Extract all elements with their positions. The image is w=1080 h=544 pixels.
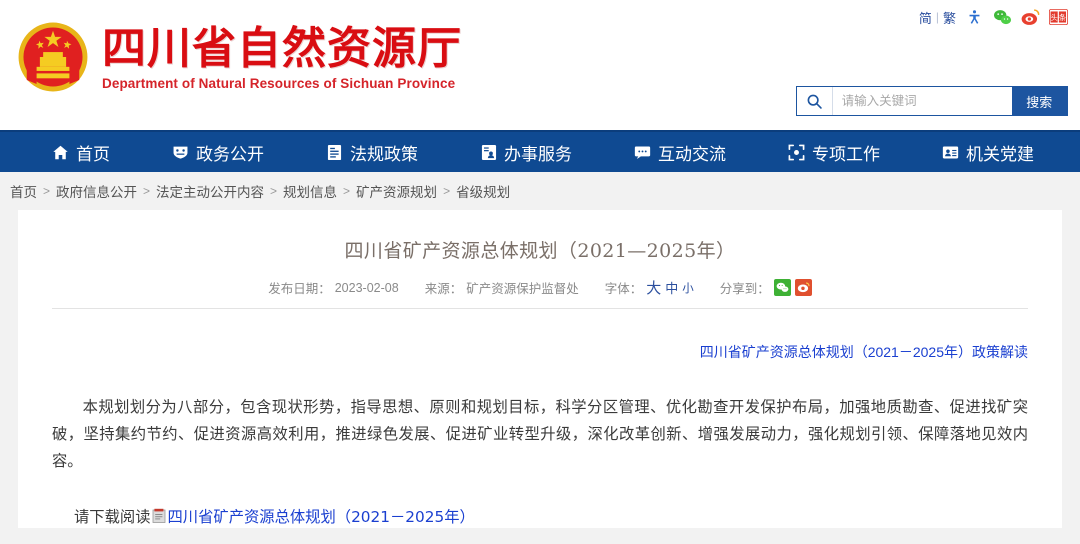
nav-label: 专项工作 (812, 144, 880, 164)
download-line: 请下载阅读 四川省矿产资源总体规划（2021－2025年） (52, 505, 1028, 527)
publish-date: 发布日期： 2023-02-08 (268, 278, 398, 297)
weibo-icon[interactable] (1021, 8, 1040, 27)
page-title: 四川省矿产资源总体规划（2021—2025年） (344, 240, 736, 262)
breadcrumb-separator: > (270, 184, 278, 198)
nav-item-party-building[interactable]: 机关党建 (942, 140, 1034, 165)
lang-traditional[interactable]: 繁 (943, 8, 956, 27)
search-input[interactable] (832, 87, 1012, 115)
publish-date-value: 2023-02-08 (334, 280, 399, 295)
nav-label: 法规政策 (350, 144, 418, 164)
breadcrumb-item-3[interactable]: 规划信息 (283, 181, 337, 201)
share-controls: 分享到： (720, 278, 812, 297)
article-meta: 发布日期： 2023-02-08 来源： 矿产资源保护监督处 字体： 大 中 小… (52, 277, 1028, 309)
breadcrumb-item-4[interactable]: 矿产资源规划 (356, 181, 437, 201)
accessibility-icon[interactable] (965, 8, 984, 27)
target-icon (788, 144, 805, 161)
font-size-large[interactable]: 大 (646, 277, 661, 298)
pdf-file-icon (152, 508, 167, 524)
source-label: 来源： (424, 282, 463, 296)
svg-text:头: 头 (1051, 13, 1058, 22)
nav-label: 政务公开 (196, 144, 264, 164)
site-logo[interactable]: 四川省自然资源厅 Department of Natural Resources… (12, 16, 462, 98)
wechat-share-icon[interactable] (773, 279, 791, 296)
site-header: 简 | 繁 头 条 四川省自然资源厅 Department of Natural… (0, 0, 1080, 130)
site-title-cn: 四川省自然资源厅 (102, 23, 462, 75)
id-card-icon (942, 144, 959, 161)
breadcrumb-item-5[interactable]: 省级规划 (456, 181, 510, 201)
font-size-label: 字体： (604, 282, 643, 296)
nav-item-government-affairs[interactable]: 政务公开 (172, 140, 264, 165)
lang-simplified[interactable]: 简 (919, 8, 932, 27)
publish-date-label: 发布日期： (268, 282, 331, 296)
share-label: 分享到： (719, 282, 770, 296)
nav-label: 首页 (76, 144, 110, 164)
nav-item-home[interactable]: 首页 (52, 140, 110, 165)
font-size-controls[interactable]: 字体： 大 中 小 (605, 277, 694, 298)
svg-text:条: 条 (1059, 13, 1066, 22)
download-link[interactable]: 四川省矿产资源总体规划（2021－2025年） (168, 505, 475, 527)
article-card: 四川省矿产资源总体规划（2021—2025年） 发布日期： 2023-02-08… (18, 210, 1062, 528)
national-emblem-icon (12, 16, 94, 98)
breadcrumb-separator: > (143, 184, 151, 198)
lang-separator: | (935, 10, 939, 24)
breadcrumb-item-0[interactable]: 首页 (10, 181, 37, 201)
clipboard-user-icon (480, 144, 497, 161)
search-button[interactable]: 搜索 (1011, 87, 1067, 115)
nav-item-services[interactable]: 办事服务 (480, 140, 572, 165)
weibo-share-icon[interactable] (794, 279, 812, 296)
utility-bar: 简 | 繁 头 条 (919, 6, 1068, 28)
source-value: 矿产资源保护监督处 (466, 282, 579, 296)
document-icon (326, 144, 343, 161)
nav-label: 互动交流 (658, 144, 726, 164)
breadcrumb-separator: > (343, 184, 351, 198)
home-icon (52, 144, 69, 161)
font-size-medium[interactable]: 中 (665, 278, 678, 297)
chat-icon (634, 144, 651, 161)
article-body: 本规划划分为八部分，包含现状形势，指导思想、原则和规划目标，科学分区管理、优化勘… (52, 398, 1028, 470)
nav-item-laws-policies[interactable]: 法规政策 (326, 140, 418, 165)
nav-item-interaction[interactable]: 互动交流 (634, 140, 726, 165)
search-box[interactable]: 搜索 (796, 86, 1068, 116)
shield-icon (172, 144, 189, 161)
nav-label: 办事服务 (504, 144, 572, 164)
breadcrumb-separator: > (43, 184, 51, 198)
wechat-icon[interactable] (993, 8, 1012, 27)
breadcrumb-separator: > (443, 184, 451, 198)
nav-item-special-work[interactable]: 专项工作 (788, 140, 880, 165)
font-size-small[interactable]: 小 (682, 280, 694, 296)
main-navigation: 首页 政务公开 法规政策 办事服务 互动交流 专项工作 机关党建 (0, 130, 1080, 172)
breadcrumb-item-1[interactable]: 政府信息公开 (56, 181, 137, 201)
breadcrumb-item-2[interactable]: 法定主动公开内容 (156, 181, 264, 201)
policy-interpretation-link[interactable]: 四川省矿产资源总体规划（2021－2025年）政策解读 (52, 342, 1028, 362)
language-switcher[interactable]: 简 | 繁 (919, 8, 956, 27)
download-prefix: 请下载阅读 (74, 508, 151, 526)
search-icon (797, 87, 833, 115)
nav-label: 机关党建 (966, 144, 1034, 164)
site-title-en: Department of Natural Resources of Sichu… (102, 75, 456, 91)
breadcrumb: 首页 > 政府信息公开 > 法定主动公开内容 > 规划信息 > 矿产资源规划 >… (0, 172, 1080, 210)
source: 来源： 矿产资源保护监督处 (425, 278, 579, 297)
toutiao-icon[interactable]: 头 条 (1049, 8, 1068, 27)
